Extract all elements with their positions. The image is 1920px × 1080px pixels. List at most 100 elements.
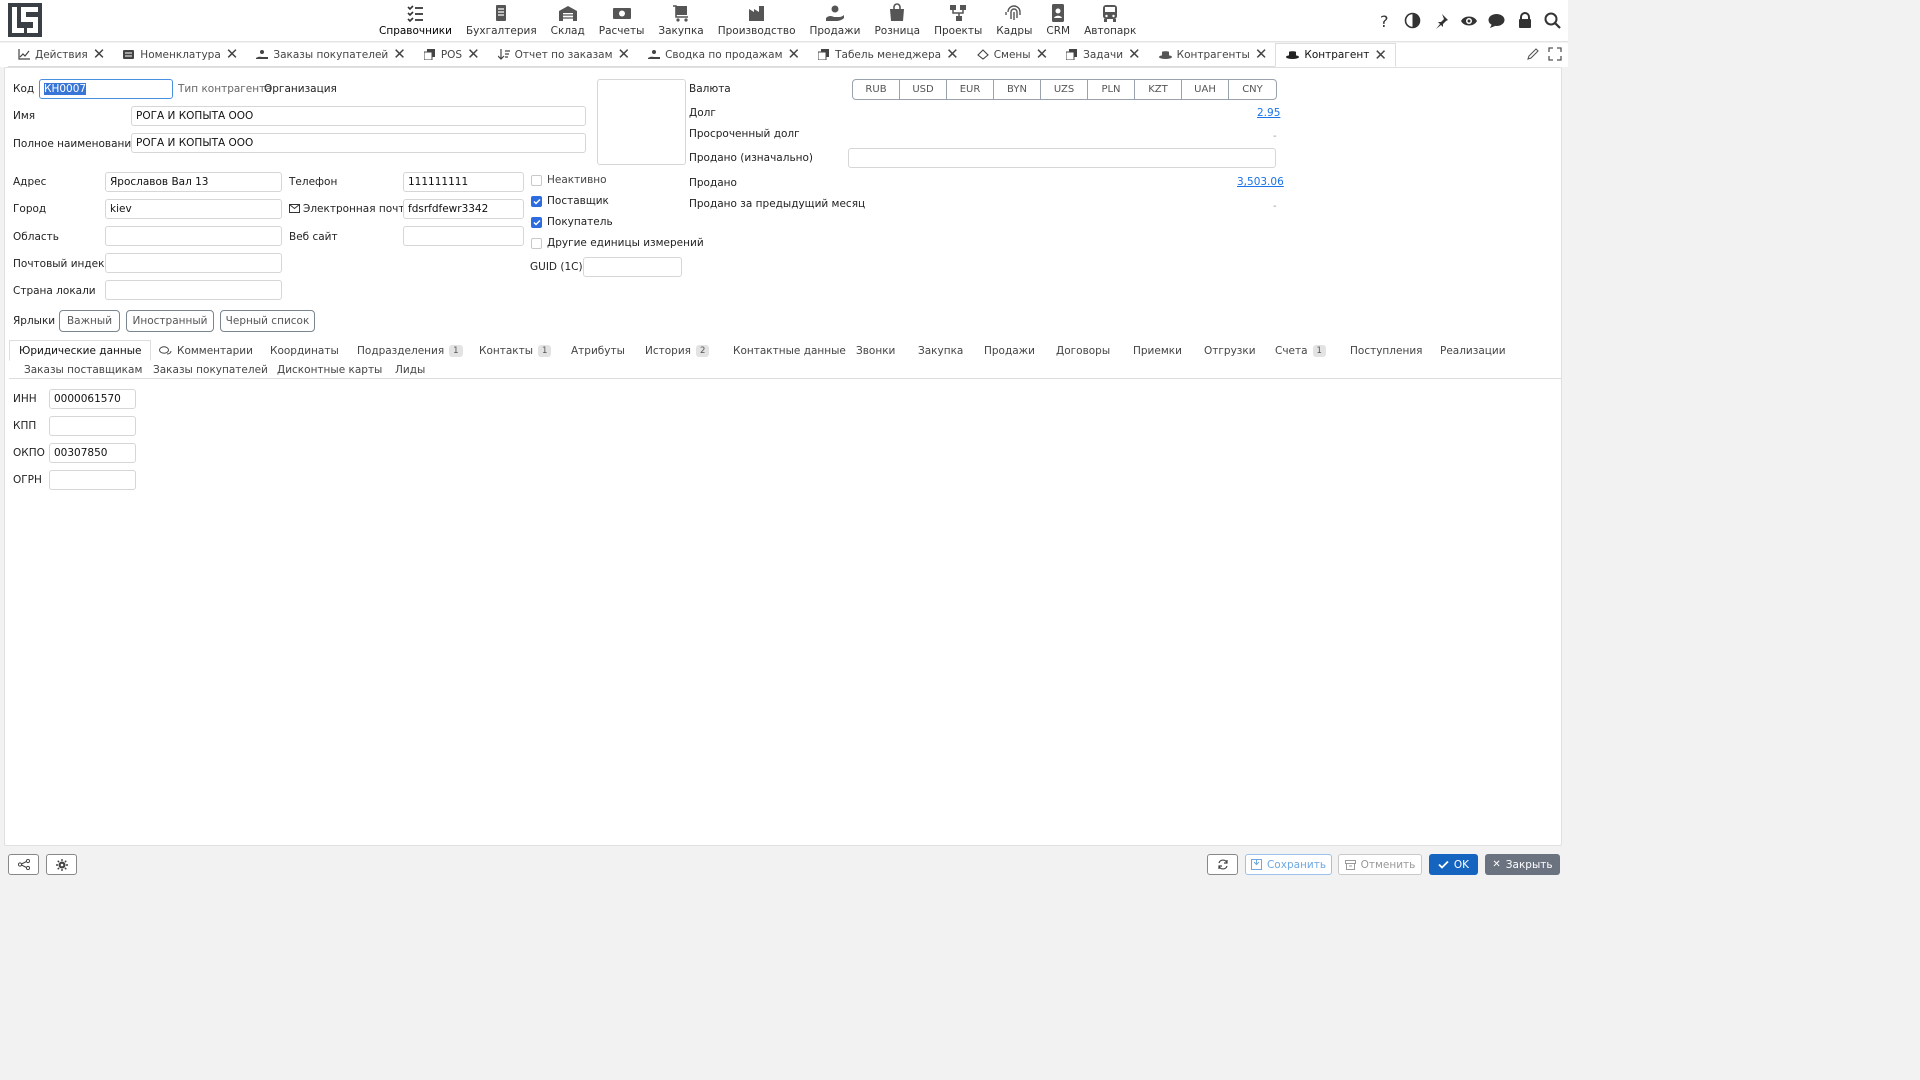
- region-input[interactable]: [105, 226, 282, 246]
- country-input[interactable]: [105, 280, 282, 300]
- type-value[interactable]: Организация: [264, 83, 337, 95]
- edit-pencil-icon[interactable]: [1526, 47, 1540, 64]
- tab-discount-cards[interactable]: Дисконтные карты: [277, 364, 382, 376]
- close-tab-icon[interactable]: ✕: [788, 47, 801, 62]
- sold-initial-input[interactable]: [848, 148, 1276, 168]
- tab-leads[interactable]: Лиды: [395, 364, 425, 376]
- tab-purchase[interactable]: Закупка: [918, 345, 963, 357]
- menu-item-fleet[interactable]: Автопарк: [1077, 0, 1143, 42]
- close-tab-icon[interactable]: ✕: [618, 47, 631, 62]
- menu-item-production[interactable]: Производство: [711, 0, 803, 42]
- fullscreen-icon[interactable]: [1548, 47, 1562, 64]
- close-tab-icon[interactable]: ✕: [93, 47, 106, 62]
- name-input[interactable]: РОГА И КОПЫТА ООО: [131, 106, 586, 126]
- buyer-checkbox[interactable]: Покупатель: [531, 216, 613, 228]
- checkbox-box[interactable]: [531, 174, 542, 186]
- currency-option[interactable]: UZS: [1041, 80, 1088, 99]
- email-input[interactable]: fdsrfdfewr3342: [403, 199, 524, 219]
- theme-contrast-icon[interactable]: [1403, 11, 1422, 30]
- kpp-input[interactable]: [49, 416, 136, 436]
- menu-item-crm[interactable]: CRM: [1039, 0, 1077, 42]
- fullname-input[interactable]: РОГА И КОПЫТА ООО: [131, 133, 586, 153]
- help-icon[interactable]: ?: [1375, 11, 1394, 30]
- city-input[interactable]: kiev: [105, 199, 282, 219]
- tab-legal-data[interactable]: Юридические данные: [9, 340, 152, 361]
- currency-option[interactable]: PLN: [1088, 80, 1135, 99]
- checkbox-box[interactable]: [531, 195, 542, 207]
- tab-invoices[interactable]: Счета 1: [1275, 345, 1326, 357]
- search-icon[interactable]: [1543, 11, 1562, 30]
- menu-item-retail[interactable]: Розница: [867, 0, 927, 42]
- lock-icon[interactable]: [1515, 11, 1534, 30]
- close-tab-icon[interactable]: ✕: [1255, 47, 1268, 62]
- tab-supplier-orders[interactable]: Заказы поставщикам: [24, 364, 142, 376]
- close-tab-icon[interactable]: ✕: [467, 47, 480, 62]
- currency-option[interactable]: RUB: [853, 80, 900, 99]
- tab-contacts[interactable]: Контакты 1: [479, 345, 552, 357]
- eye-icon[interactable]: [1459, 11, 1478, 30]
- code-input[interactable]: КН0007: [39, 79, 173, 99]
- tab-sales[interactable]: Продажи: [984, 345, 1035, 357]
- tab-shifts[interactable]: Смены ✕: [966, 43, 1057, 67]
- cancel-button[interactable]: Отменить: [1338, 854, 1422, 875]
- tab-nomenclature[interactable]: Номенклатура ✕: [113, 43, 247, 67]
- photo-placeholder[interactable]: [597, 79, 686, 165]
- menu-item-warehouse[interactable]: Склад: [544, 0, 592, 42]
- tab-divisions[interactable]: Подразделения 1: [357, 345, 463, 357]
- tab-coordinates[interactable]: Координаты: [270, 345, 339, 357]
- tab-history[interactable]: История 2: [645, 345, 710, 357]
- tab-incoming[interactable]: Поступления: [1350, 345, 1422, 357]
- website-input[interactable]: [403, 226, 524, 246]
- currency-option[interactable]: KZT: [1135, 80, 1182, 99]
- tab-tasks[interactable]: Задачи ✕: [1056, 43, 1149, 67]
- close-tab-icon[interactable]: ✕: [1036, 47, 1049, 62]
- share-button[interactable]: [8, 854, 39, 875]
- refresh-button[interactable]: [1207, 854, 1238, 875]
- ok-button[interactable]: OK: [1429, 854, 1478, 875]
- tab-pos[interactable]: POS ✕: [413, 43, 488, 67]
- address-input[interactable]: Ярославов Вал 13: [105, 172, 282, 192]
- close-tab-icon[interactable]: ✕: [1374, 47, 1387, 63]
- tab-sales-summary[interactable]: Сводка по продажам ✕: [638, 43, 809, 67]
- tab-contact-data[interactable]: Контактные данные: [733, 345, 846, 357]
- inactive-checkbox[interactable]: Неактивно: [531, 174, 607, 186]
- currency-option[interactable]: CNY: [1229, 80, 1276, 99]
- tag-foreign-button[interactable]: Иностранный: [126, 310, 214, 332]
- tag-blacklist-button[interactable]: Черный список: [220, 310, 315, 332]
- menu-item-hr[interactable]: Кадры: [989, 0, 1039, 42]
- close-tab-icon[interactable]: ✕: [226, 47, 239, 62]
- menu-item-sales[interactable]: Продажи: [803, 0, 868, 42]
- units-checkbox[interactable]: Другие единицы измерений: [531, 237, 704, 249]
- tab-customer-orders-sub[interactable]: Заказы покупателей: [153, 364, 268, 376]
- inn-input[interactable]: 0000061570: [49, 389, 136, 409]
- okpo-input[interactable]: 00307850: [49, 443, 136, 463]
- tab-contracts[interactable]: Договоры: [1056, 345, 1110, 357]
- zip-input[interactable]: [105, 253, 282, 273]
- tag-important-button[interactable]: Важный: [59, 310, 120, 332]
- currency-option[interactable]: USD: [900, 80, 947, 99]
- tab-counterparty[interactable]: Контрагент ✕: [1275, 43, 1396, 67]
- tab-calls[interactable]: Звонки: [856, 345, 895, 357]
- supplier-checkbox[interactable]: Поставщик: [531, 195, 609, 207]
- tab-actions[interactable]: Действия ✕: [8, 43, 114, 67]
- tab-customer-orders[interactable]: Заказы покупателей ✕: [246, 43, 414, 67]
- tab-manager-timesheet[interactable]: Табель менеджера ✕: [808, 43, 967, 67]
- tab-counterparties[interactable]: Контрагенты ✕: [1148, 43, 1276, 67]
- menu-item-payments[interactable]: Расчеты: [592, 0, 652, 42]
- guid-input[interactable]: [583, 257, 682, 277]
- settings-button[interactable]: [46, 854, 77, 875]
- currency-option[interactable]: UAH: [1182, 80, 1229, 99]
- app-logo[interactable]: [8, 3, 42, 37]
- phone-input[interactable]: 111111111: [403, 172, 524, 192]
- tab-realizations[interactable]: Реализации: [1440, 345, 1506, 357]
- close-tab-icon[interactable]: ✕: [946, 47, 959, 62]
- menu-item-purchase[interactable]: Закупка: [651, 0, 710, 42]
- debt-value-link[interactable]: 2.95: [1257, 107, 1280, 119]
- tab-orders-report[interactable]: Отчет по заказам ✕: [487, 43, 639, 67]
- close-button[interactable]: ✕ Закрыть: [1485, 854, 1560, 875]
- tab-comments[interactable]: Комментарии: [159, 345, 253, 357]
- pin-icon[interactable]: [1431, 11, 1450, 30]
- menu-item-accounting[interactable]: Бухгалтерия: [459, 0, 544, 42]
- close-tab-icon[interactable]: ✕: [1128, 47, 1141, 62]
- currency-option[interactable]: BYN: [994, 80, 1041, 99]
